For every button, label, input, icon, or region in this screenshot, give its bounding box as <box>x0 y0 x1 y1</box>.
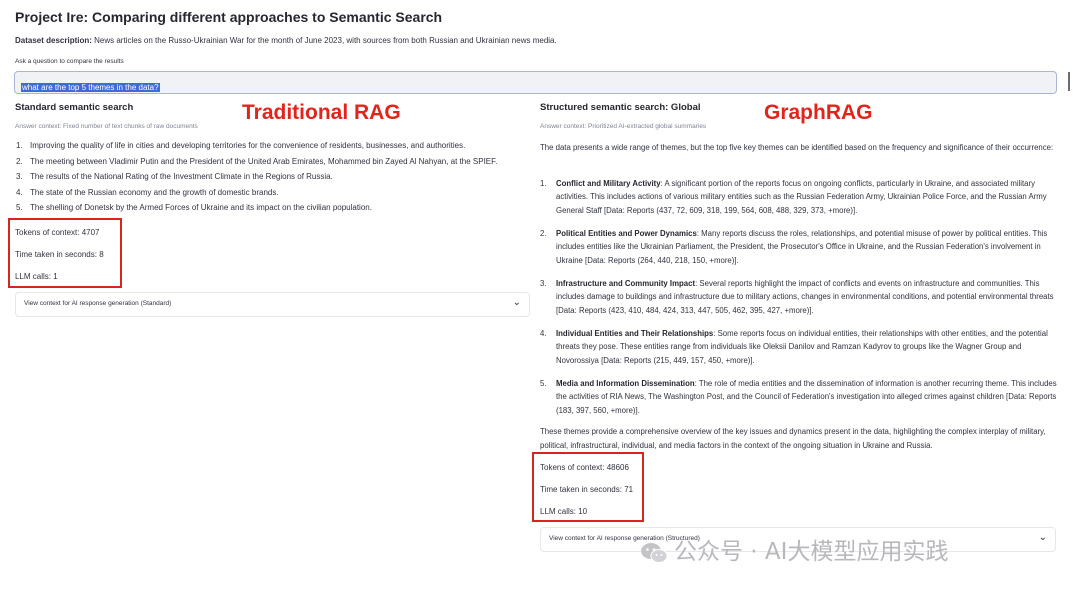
structured-intro-text: The data presents a wide range of themes… <box>540 143 1054 152</box>
scrollbar[interactable] <box>1068 72 1070 91</box>
dataset-description: Dataset description: News articles on th… <box>15 36 557 45</box>
graphrag-annotation: GraphRAG <box>764 101 873 124</box>
chevron-down-icon: ⌄ <box>1038 532 1047 543</box>
structured-llm-calls-metric: LLM calls: 10 <box>540 507 588 516</box>
standard-tokens-metric: Tokens of context: 4707 <box>15 228 100 237</box>
question-input-value: what are the top 5 themes in the data? <box>21 83 160 92</box>
list-item: 3. Infrastructure and Community Impact: S… <box>540 279 1054 315</box>
standard-search-title: Standard semantic search <box>15 102 134 113</box>
question-label: Ask a question to compare the results <box>15 58 124 65</box>
list-item: 1. Improving the quality of life in citie… <box>16 141 466 150</box>
list-item: 4. Individual Entities and Their Relation… <box>540 329 1048 365</box>
watermark-text: 公众号 · AI大模型应用实践 <box>674 539 949 565</box>
standard-results-list: 1. Improving the quality of life in citie… <box>16 141 526 219</box>
standard-time-metric: Time taken in seconds: 8 <box>15 250 104 259</box>
traditional-rag-annotation: Traditional RAG <box>242 101 401 124</box>
list-item: 5. The shelling of Donetsk by the Armed F… <box>16 203 372 212</box>
page-title: Project Ire: Comparing different approac… <box>15 9 443 25</box>
list-item: 2. Political Entities and Power Dynamics:… <box>540 229 1048 265</box>
dataset-text: News articles on the Russo-Ukrainian War… <box>91 36 557 45</box>
structured-results-list: 1. Conflict and Military Activity: A sign… <box>540 177 1060 427</box>
wechat-icon <box>641 542 668 563</box>
standard-search-caption: Answer context: Fixed number of text chu… <box>15 123 198 130</box>
structured-search-caption: Answer context: Prioritized AI-extracted… <box>540 123 707 130</box>
list-item: 2. The meeting between Vladimir Putin and… <box>16 156 498 166</box>
chevron-down-icon: ⌄ <box>512 297 521 308</box>
watermark: 公众号 · AI大模型应用实践 <box>640 532 948 566</box>
structured-search-title: Structured semantic search: Global <box>540 102 701 113</box>
question-input[interactable]: what are the top 5 themes in the data? <box>14 71 1057 94</box>
list-item: 3. The results of the National Rating of … <box>16 172 333 181</box>
structured-outro-text: These themes provide a comprehensive ove… <box>540 427 1046 450</box>
standard-llm-calls-metric: LLM calls: 1 <box>15 272 58 281</box>
dataset-label: Dataset description: <box>15 36 92 45</box>
standard-context-expander-label: View context for AI response generation … <box>24 300 172 307</box>
structured-time-metric: Time taken in seconds: 71 <box>540 485 634 494</box>
list-item: 4. The state of the Russian economy and t… <box>16 187 279 197</box>
list-item: 5. Media and Information Dissemination: T… <box>540 379 1057 415</box>
standard-context-expander[interactable]: View context for AI response generation … <box>15 292 530 317</box>
structured-tokens-metric: Tokens of context: 48606 <box>540 463 629 472</box>
list-item: 1. Conflict and Military Activity: A sign… <box>540 179 1047 215</box>
